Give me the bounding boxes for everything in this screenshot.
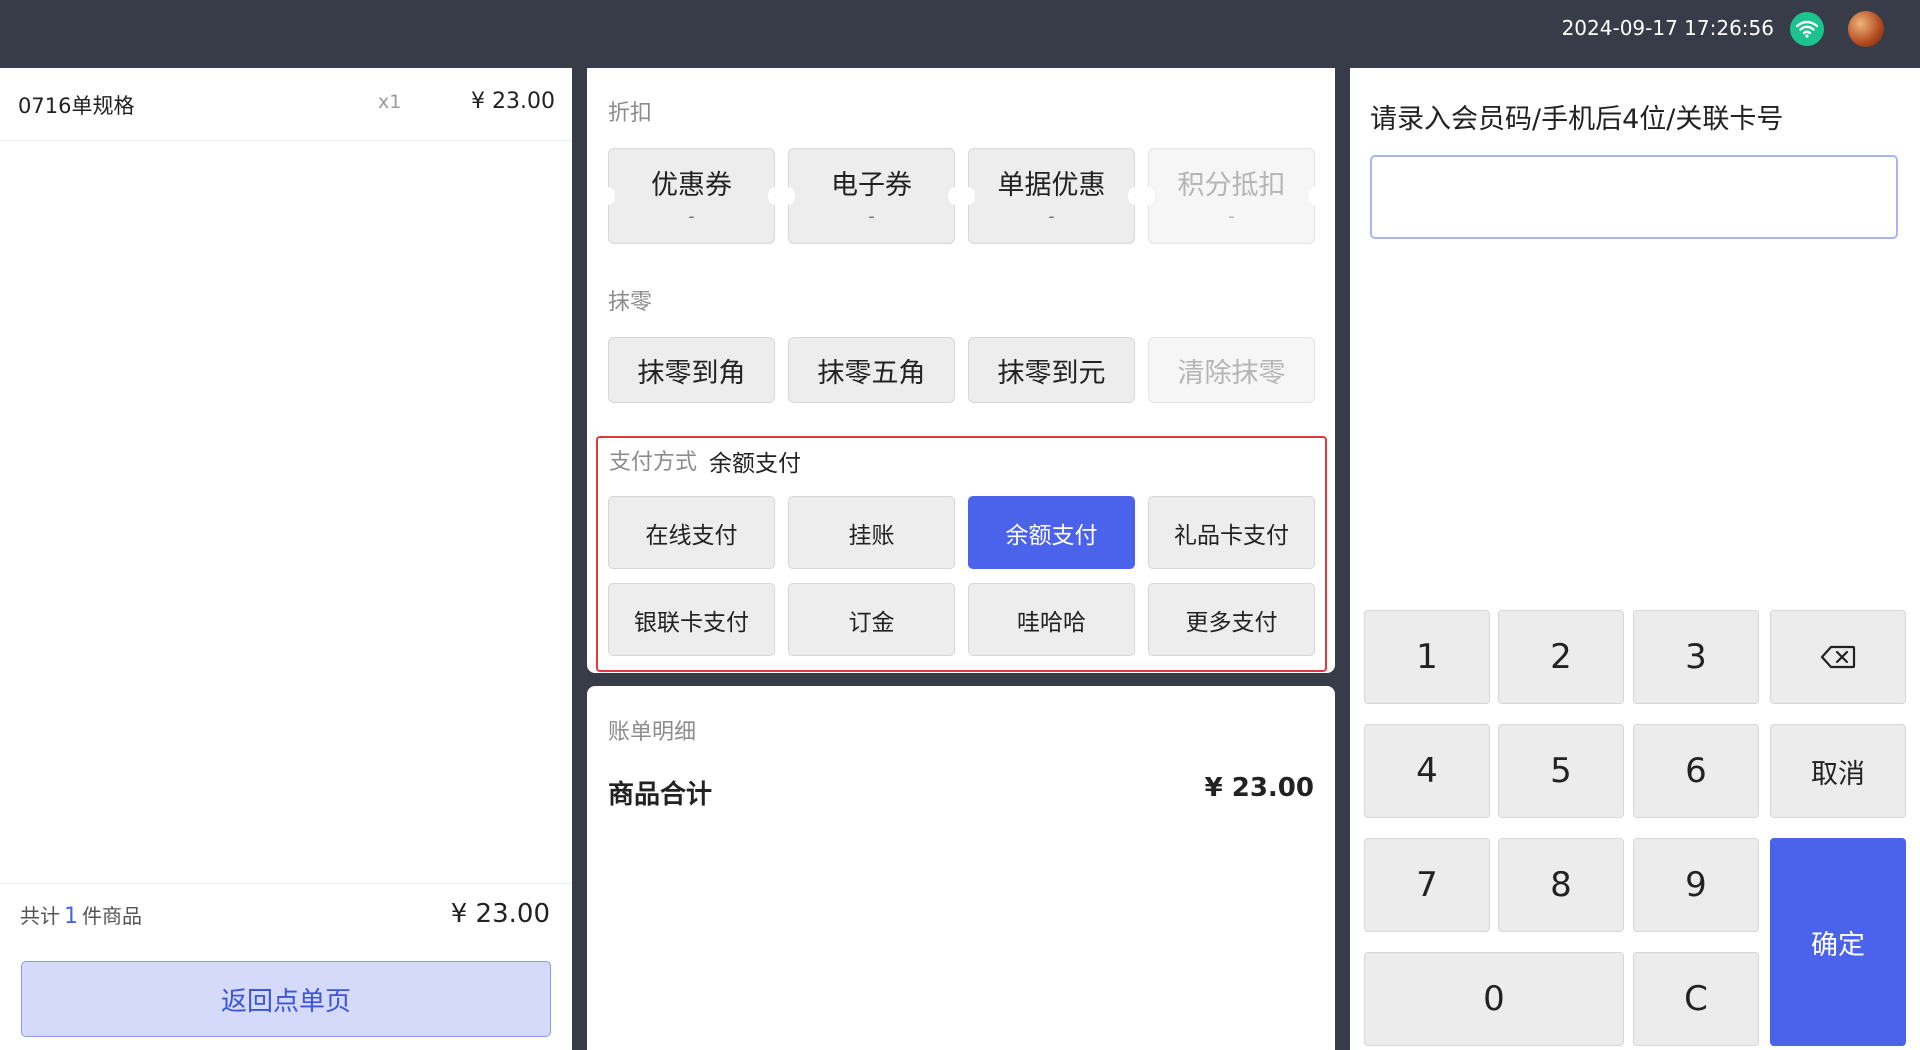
ticket-notch	[961, 187, 975, 205]
key-4[interactable]: 4	[1364, 724, 1490, 818]
key-7[interactable]: 7	[1364, 838, 1490, 932]
e-coupon-button[interactable]: 电子券 -	[781, 148, 962, 244]
avatar[interactable]	[1848, 11, 1884, 47]
key-9[interactable]: 9	[1633, 838, 1759, 932]
datetime: 2024-09-17 17:26:56	[1561, 16, 1774, 40]
checkout-options-panel: 折扣 优惠券 - 电子券 - 单据优惠 - 积分抵扣 - 抹零 抹零到角 抹零五…	[587, 68, 1335, 673]
points-deduction-value: -	[1228, 206, 1235, 227]
unionpay-card-button[interactable]: 银联卡支付	[608, 583, 775, 656]
bill-discount-button[interactable]: 单据优惠 -	[961, 148, 1142, 244]
clear-key[interactable]: C	[1633, 952, 1759, 1046]
points-deduction-label: 积分抵扣	[1177, 170, 1286, 201]
ticket-notch	[948, 187, 962, 205]
round-to-half-button[interactable]: 抹零五角	[788, 337, 955, 403]
backspace-key[interactable]	[1770, 610, 1906, 704]
e-coupon-value: -	[868, 206, 875, 227]
ticket-notch	[768, 187, 782, 205]
subtotal-value: ¥ 23.00	[1204, 773, 1314, 803]
clear-rounding-button[interactable]: 清除抹零	[1148, 337, 1315, 403]
order-item-row[interactable]: 0716单规格 x1 ¥ 23.00	[0, 68, 572, 141]
bill-detail-panel: 账单明细 商品合计 ¥ 23.00	[587, 686, 1335, 1050]
top-bar: 2024-09-17 17:26:56	[0, 0, 1920, 68]
order-total: ¥ 23.00	[450, 899, 550, 929]
points-deduction-button[interactable]: 积分抵扣 -	[1141, 148, 1322, 244]
item-name: 0716单规格	[18, 94, 135, 118]
confirm-key[interactable]: 确定	[1770, 838, 1906, 1046]
online-payment-button[interactable]: 在线支付	[608, 496, 775, 569]
item-count-summary: 共计 1 件商品	[20, 900, 142, 929]
ticket-notch	[1141, 187, 1155, 205]
payment-section-title: 支付方式	[609, 450, 698, 475]
back-to-order-button[interactable]: 返回点单页	[21, 961, 551, 1037]
credit-account-button[interactable]: 挂账	[788, 496, 955, 569]
ticket-notch	[1308, 187, 1322, 205]
item-price: ¥ 23.00	[471, 89, 555, 114]
key-1[interactable]: 1	[1364, 610, 1490, 704]
key-3[interactable]: 3	[1633, 610, 1759, 704]
e-coupon-label: 电子券	[831, 170, 912, 201]
member-input-label: 请录入会员码/手机后4位/关联卡号	[1370, 104, 1784, 135]
discount-section-title: 折扣	[608, 101, 653, 126]
key-6[interactable]: 6	[1633, 724, 1759, 818]
key-8[interactable]: 8	[1498, 838, 1624, 932]
selected-payment-method: 余额支付	[709, 451, 801, 477]
gift-card-payment-button[interactable]: 礼品卡支付	[1148, 496, 1315, 569]
rounding-section-title: 抹零	[608, 290, 653, 315]
round-to-jiao-button[interactable]: 抹零到角	[608, 337, 775, 403]
coupon-label: 优惠券	[651, 170, 732, 201]
subtotal-label: 商品合计	[608, 780, 713, 810]
bill-discount-value: -	[1048, 206, 1055, 227]
ticket-notch	[781, 187, 795, 205]
backspace-icon	[1820, 645, 1856, 669]
bill-discount-label: 单据优惠	[997, 170, 1106, 201]
round-to-yuan-button[interactable]: 抹零到元	[968, 337, 1135, 403]
member-code-input[interactable]	[1370, 155, 1898, 239]
coupon-button[interactable]: 优惠券 -	[601, 148, 782, 244]
deposit-button[interactable]: 订金	[788, 583, 955, 656]
ticket-notch	[1128, 187, 1142, 205]
coupon-value: -	[688, 206, 695, 227]
cancel-key[interactable]: 取消	[1770, 724, 1906, 818]
summary-prefix: 共计	[20, 904, 60, 928]
order-panel: 0716单规格 x1 ¥ 23.00 共计 1 件商品 ¥ 23.00 返回点单页	[0, 68, 572, 1050]
summary-suffix: 件商品	[82, 904, 142, 928]
summary-count: 1	[64, 904, 78, 929]
key-0[interactable]: 0	[1364, 952, 1624, 1046]
bill-section-title: 账单明细	[608, 720, 697, 745]
order-footer: 共计 1 件商品 ¥ 23.00 返回点单页	[0, 883, 572, 1050]
balance-payment-button[interactable]: 余额支付	[968, 496, 1135, 569]
key-5[interactable]: 5	[1498, 724, 1624, 818]
member-keypad-panel: 请录入会员码/手机后4位/关联卡号 1 2 3 4 5 6 取消 7 8 9 确…	[1350, 68, 1920, 1050]
ticket-notch	[601, 187, 615, 205]
wahaha-payment-button[interactable]: 哇哈哈	[968, 583, 1135, 656]
payment-method-section: 支付方式 余额支付 在线支付 挂账 余额支付 礼品卡支付 银联卡支付 订金 哇哈…	[596, 436, 1327, 672]
wifi-icon[interactable]	[1790, 12, 1824, 46]
key-2[interactable]: 2	[1498, 610, 1624, 704]
item-quantity: x1	[378, 91, 402, 113]
more-payment-button[interactable]: 更多支付	[1148, 583, 1315, 656]
